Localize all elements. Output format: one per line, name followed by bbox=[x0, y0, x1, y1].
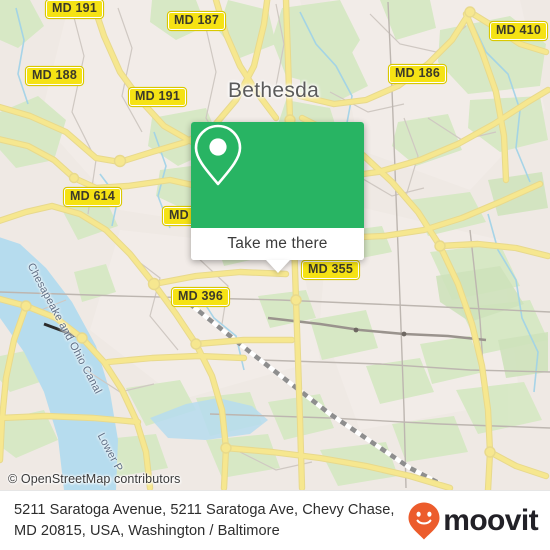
take-me-there-label: Take me there bbox=[227, 235, 328, 252]
road-shield: MD 614 bbox=[64, 188, 121, 206]
address-text: 5211 Saratoga Avenue, 5211 Saratoga Ave,… bbox=[14, 502, 395, 539]
road-shield: MD 186 bbox=[389, 65, 446, 83]
take-me-there-button[interactable]: Take me there bbox=[191, 228, 364, 260]
road-shield: MD 188 bbox=[26, 67, 83, 85]
card-image-area bbox=[191, 122, 364, 228]
moovit-wordmark: moovit bbox=[443, 504, 538, 537]
footer-bar: 5211 Saratoga Avenue, 5211 Saratoga Ave,… bbox=[0, 490, 550, 550]
moovit-smiley-pin-icon bbox=[408, 502, 440, 540]
road-shield: MD 187 bbox=[168, 12, 225, 30]
location-popup-card[interactable]: Take me there bbox=[191, 122, 364, 273]
road-shield: MD 355 bbox=[302, 261, 359, 279]
road-shield: MD 410 bbox=[490, 22, 547, 40]
osm-attribution[interactable]: © OpenStreetMap contributors bbox=[8, 472, 181, 486]
map-city-label: Bethesda bbox=[228, 79, 320, 102]
map-canvas[interactable]: Bethesda Chesapeake and Ohio Canal Lower… bbox=[0, 0, 550, 490]
map-pin-icon bbox=[194, 124, 242, 186]
card-pointer-tail bbox=[265, 260, 290, 273]
road-shield: MD 191 bbox=[46, 0, 103, 18]
moovit-location-card: Bethesda Chesapeake and Ohio Canal Lower… bbox=[0, 0, 550, 550]
moovit-logo[interactable]: moovit bbox=[407, 501, 550, 541]
road-shield: MD 396 bbox=[172, 288, 229, 306]
road-shield: MD 191 bbox=[129, 88, 186, 106]
